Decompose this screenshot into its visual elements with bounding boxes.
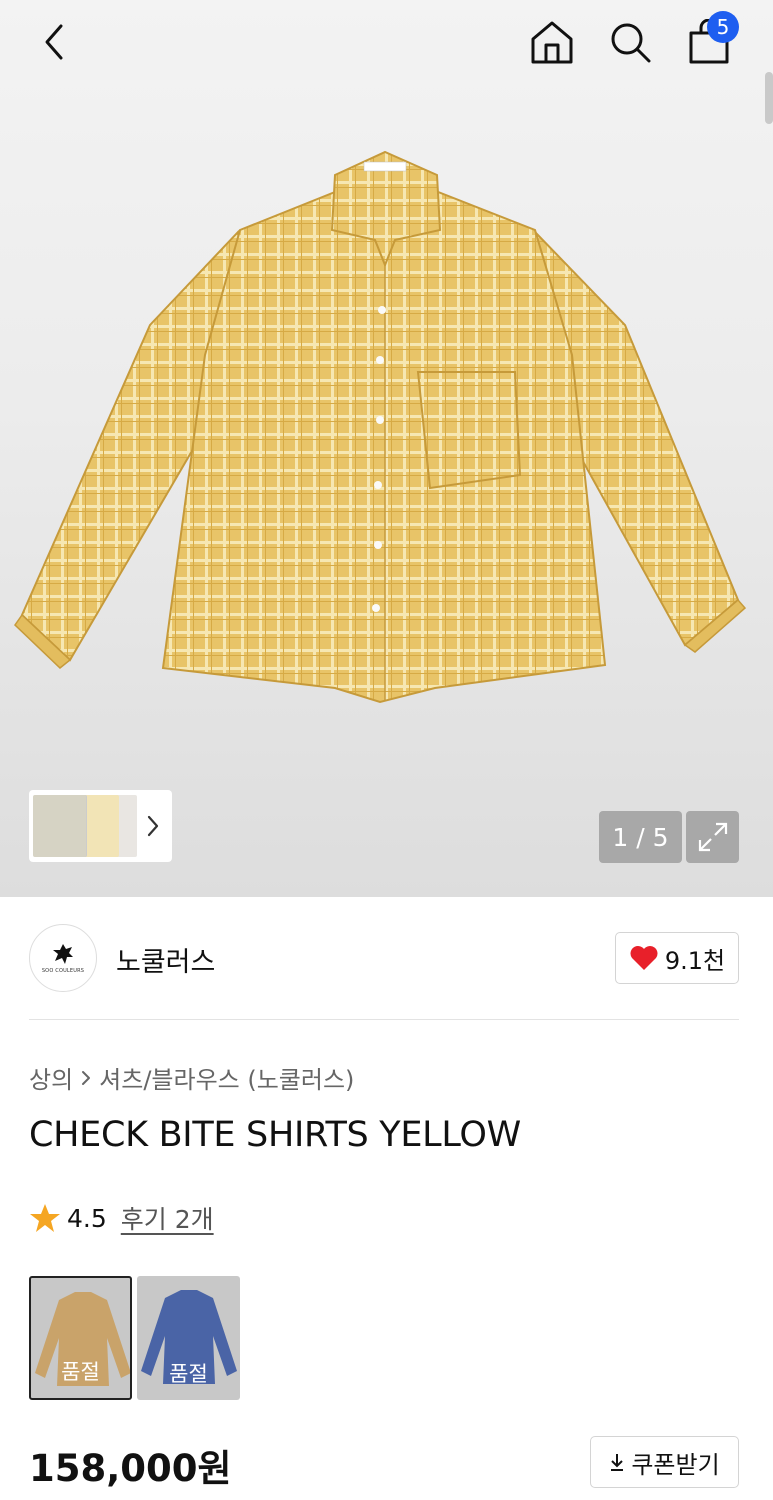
chevron-left-icon — [45, 24, 63, 60]
divider — [29, 1019, 739, 1020]
brand-logo[interactable]: SOO COULEURS — [29, 924, 97, 992]
image-counter: 1 / 5 — [599, 811, 682, 863]
brand-mark-icon — [53, 943, 73, 964]
thumbnail-strip[interactable] — [29, 790, 172, 862]
breadcrumb-subcategory[interactable]: 셔츠/블라우스 (노쿨러스) — [99, 1060, 354, 1095]
breadcrumb: 상의 셔츠/블라우스 (노쿨러스) — [29, 1060, 354, 1095]
heart-icon — [630, 946, 658, 970]
search-icon — [611, 23, 651, 63]
expand-icon — [698, 822, 727, 852]
product-image[interactable] — [0, 120, 773, 740]
color-option-blue[interactable]: 품절 — [137, 1276, 240, 1400]
product-gallery[interactable]: 5 1 / 5 — [0, 0, 773, 897]
brand-logo-text: SOO COULEURS — [41, 967, 85, 974]
home-button[interactable] — [528, 18, 576, 66]
chevron-right-icon[interactable] — [145, 814, 161, 838]
home-icon — [531, 21, 573, 64]
chevron-right-icon — [82, 1070, 91, 1085]
download-icon — [611, 1454, 624, 1471]
brand-name[interactable]: 노쿨러스 — [116, 940, 215, 979]
fullscreen-button[interactable] — [686, 811, 739, 863]
coupon-button[interactable]: 쿠폰받기 — [590, 1436, 739, 1488]
like-count: 9.1천 — [664, 946, 726, 975]
soldout-label: 품절 — [61, 1360, 100, 1384]
cart-button[interactable]: 5 — [685, 11, 739, 66]
rating-row: 4.5 후기 2개 — [29, 1200, 214, 1236]
star-icon — [30, 1204, 60, 1232]
cart-count-badge: 5 — [707, 11, 739, 43]
color-option-tan[interactable]: 품절 — [29, 1276, 132, 1400]
scrollbar-thumb[interactable] — [765, 72, 773, 124]
back-button[interactable] — [30, 18, 78, 66]
breadcrumb-category[interactable]: 상의 — [29, 1060, 73, 1095]
reviews-link[interactable]: 후기 2개 — [121, 1200, 214, 1236]
rating-value: 4.5 — [67, 1203, 107, 1233]
soldout-label: 품절 — [169, 1362, 208, 1386]
search-button[interactable] — [606, 18, 654, 66]
thumbnail-image[interactable] — [33, 795, 87, 857]
product-price: 158,000원 — [29, 1447, 232, 1490]
brand-row: SOO COULEURS 노쿨러스 9.1천 — [29, 922, 739, 994]
product-title: CHECK BITE SHIRTS YELLOW — [29, 1115, 521, 1155]
coupon-label: 쿠폰받기 — [631, 1450, 720, 1479]
like-button[interactable]: 9.1천 — [615, 932, 739, 984]
